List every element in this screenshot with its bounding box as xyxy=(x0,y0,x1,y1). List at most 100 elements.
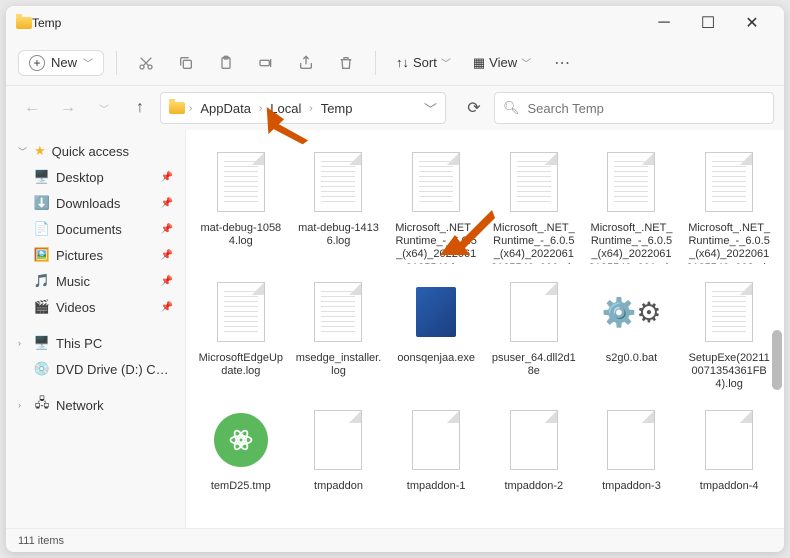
search-input[interactable] xyxy=(528,101,765,116)
file-item[interactable]: tmpaddon-3 xyxy=(585,400,679,497)
sidebar-item-downloads[interactable]: ⬇️Downloads📌 xyxy=(10,190,181,216)
file-item[interactable]: tmpaddon-1 xyxy=(389,400,483,497)
sidebar-this-pc[interactable]: › 🖥️ This PC xyxy=(10,330,181,356)
up-button[interactable]: ↑ xyxy=(124,92,156,124)
file-item[interactable]: tmpaddon xyxy=(292,400,386,497)
sidebar-item-music[interactable]: 🎵Music📌 xyxy=(10,268,181,294)
minimize-button[interactable]: ─ xyxy=(642,6,686,40)
file-name: SetupExe(20211007135436​1FB4).log xyxy=(686,352,772,392)
file-thumbnail xyxy=(699,276,759,348)
paste-button[interactable] xyxy=(209,46,243,80)
sort-button[interactable]: ↑↓ Sort ﹀ xyxy=(388,51,459,74)
file-name: mat-debug-14136.log xyxy=(296,222,382,248)
forward-button[interactable]: → xyxy=(52,92,84,124)
chevron-down-icon: ﹀ xyxy=(83,55,93,70)
music-icon: 🎵 xyxy=(34,273,50,289)
file-item[interactable]: Microsoft_.NET_Runtime_-_6.0.5_(x64)_202… xyxy=(487,142,581,268)
file-pane[interactable]: mat-debug-10584.log mat-debug-14136.log Mi… xyxy=(186,130,784,528)
file-thumbnail xyxy=(504,146,564,218)
breadcrumb-segment[interactable]: Temp xyxy=(317,99,357,118)
more-button[interactable]: ⋯ xyxy=(545,46,579,80)
file-name: msedge_installer.log xyxy=(296,352,382,378)
file-thumbnail xyxy=(601,146,661,218)
star-icon: ★ xyxy=(34,143,46,159)
sidebar-item-label: Desktop xyxy=(56,170,104,185)
file-name: mat-debug-10584.log xyxy=(198,222,284,248)
file-item[interactable]: tmpaddon-4 xyxy=(682,400,776,497)
pin-icon: 📌 xyxy=(161,172,173,183)
file-name: Microsoft_.NET_Runtime_-_6.0.5_(x64)_202… xyxy=(393,222,479,264)
file-thumbnail xyxy=(308,276,368,348)
chevron-down-icon: ﹀ xyxy=(441,55,451,70)
file-item[interactable]: Microsoft_.NET_Runtime_-_6.0.5_(x64)_202… xyxy=(585,142,679,268)
pictures-icon: 🖼️ xyxy=(34,247,50,263)
file-item[interactable]: temD25.tmp xyxy=(194,400,288,497)
documents-icon: 📄 xyxy=(34,221,50,237)
breadcrumb-segment[interactable]: AppData xyxy=(196,99,255,118)
titlebar: Temp ─ ☐ ✕ xyxy=(6,6,784,40)
folder-icon xyxy=(169,100,185,116)
sidebar-item-desktop[interactable]: 🖥️Desktop📌 xyxy=(10,164,181,190)
search-box[interactable]: 🔍︎ xyxy=(494,92,774,124)
sidebar-item-label: Music xyxy=(56,274,90,289)
file-name: psuser_64.dll2d18e xyxy=(491,352,577,378)
refresh-button[interactable]: ⟳ xyxy=(458,98,490,118)
sidebar-dvd[interactable]: 💿 DVD Drive (D:) CCCC xyxy=(10,356,181,382)
file-item[interactable]: oonsqenjaa.exe xyxy=(389,272,483,396)
sidebar-network[interactable]: › 🖧 Network xyxy=(10,392,181,418)
pin-icon: 📌 xyxy=(161,224,173,235)
file-thumbnail xyxy=(406,404,466,476)
pin-icon: 📌 xyxy=(161,250,173,261)
file-name: tmpaddon-1 xyxy=(407,480,466,493)
sidebar-item-label: Documents xyxy=(56,222,122,237)
item-count: 111 items xyxy=(18,535,64,547)
sidebar-item-videos[interactable]: 🎬Videos📌 xyxy=(10,294,181,320)
file-item[interactable]: SetupExe(20211007135436​1FB4).log xyxy=(682,272,776,396)
file-thumbnail xyxy=(308,146,368,218)
file-thumbnail xyxy=(406,276,466,348)
chevron-right-icon: › xyxy=(18,338,28,348)
downloads-icon: ⬇️ xyxy=(34,195,50,211)
scrollbar-thumb[interactable] xyxy=(772,330,782,390)
view-button[interactable]: ▦ View ﹀ xyxy=(465,51,539,75)
file-item[interactable]: ⚙️⚙s2g0.0.bat xyxy=(585,272,679,396)
network-icon: 🖧 xyxy=(34,397,50,413)
address-bar[interactable]: › AppData › Local › Temp ﹀ xyxy=(160,92,446,124)
sidebar-item-documents[interactable]: 📄 Documents 📌 xyxy=(10,216,181,242)
maximize-button[interactable]: ☐ xyxy=(686,6,730,40)
file-thumbnail xyxy=(699,404,759,476)
file-thumbnail xyxy=(211,404,271,476)
plus-icon: + xyxy=(29,55,45,71)
rename-button[interactable] xyxy=(249,46,283,80)
file-item[interactable]: tmpaddon-2 xyxy=(487,400,581,497)
sidebar-item-pictures[interactable]: 🖼️Pictures📌 xyxy=(10,242,181,268)
new-button[interactable]: + New ﹀ xyxy=(18,50,104,76)
file-item[interactable]: Microsoft_.NET_Runtime_-_6.0.5_(x64)_202… xyxy=(389,142,483,268)
cut-button[interactable] xyxy=(129,46,163,80)
pin-icon: 📌 xyxy=(161,198,173,209)
file-item[interactable]: psuser_64.dll2d18e xyxy=(487,272,581,396)
share-button[interactable] xyxy=(289,46,323,80)
file-item[interactable]: mat-debug-10584.log xyxy=(194,142,288,268)
copy-button[interactable] xyxy=(169,46,203,80)
file-item[interactable]: MicrosoftEdgeUpdate.log xyxy=(194,272,288,396)
disc-icon: 💿 xyxy=(34,361,50,377)
file-item[interactable]: mat-debug-14136.log xyxy=(292,142,386,268)
file-name: Microsoft_.NET_Runtime_-_6.0.5_(x64)_202… xyxy=(491,222,577,264)
status-bar: 111 items xyxy=(6,528,784,552)
file-item[interactable]: Microsoft_.NET_Runtime_-_6.0.5_(x64)_202… xyxy=(682,142,776,268)
file-name: temD25.tmp xyxy=(211,480,271,493)
file-thumbnail xyxy=(406,146,466,218)
file-thumbnail xyxy=(699,146,759,218)
breadcrumb-segment[interactable]: Local xyxy=(266,99,305,118)
delete-button[interactable] xyxy=(329,46,363,80)
chevron-down-icon[interactable]: ﹀ xyxy=(424,99,437,118)
sidebar-quick-access[interactable]: ﹀ ★ Quick access xyxy=(10,138,181,164)
file-thumbnail: ⚙️⚙ xyxy=(601,276,661,348)
file-item[interactable]: msedge_installer.log xyxy=(292,272,386,396)
back-button[interactable]: ← xyxy=(16,92,48,124)
file-thumbnail xyxy=(504,276,564,348)
view-icon: ▦ xyxy=(473,55,485,71)
close-button[interactable]: ✕ xyxy=(730,6,774,40)
recent-button[interactable]: ﹀ xyxy=(88,92,120,124)
